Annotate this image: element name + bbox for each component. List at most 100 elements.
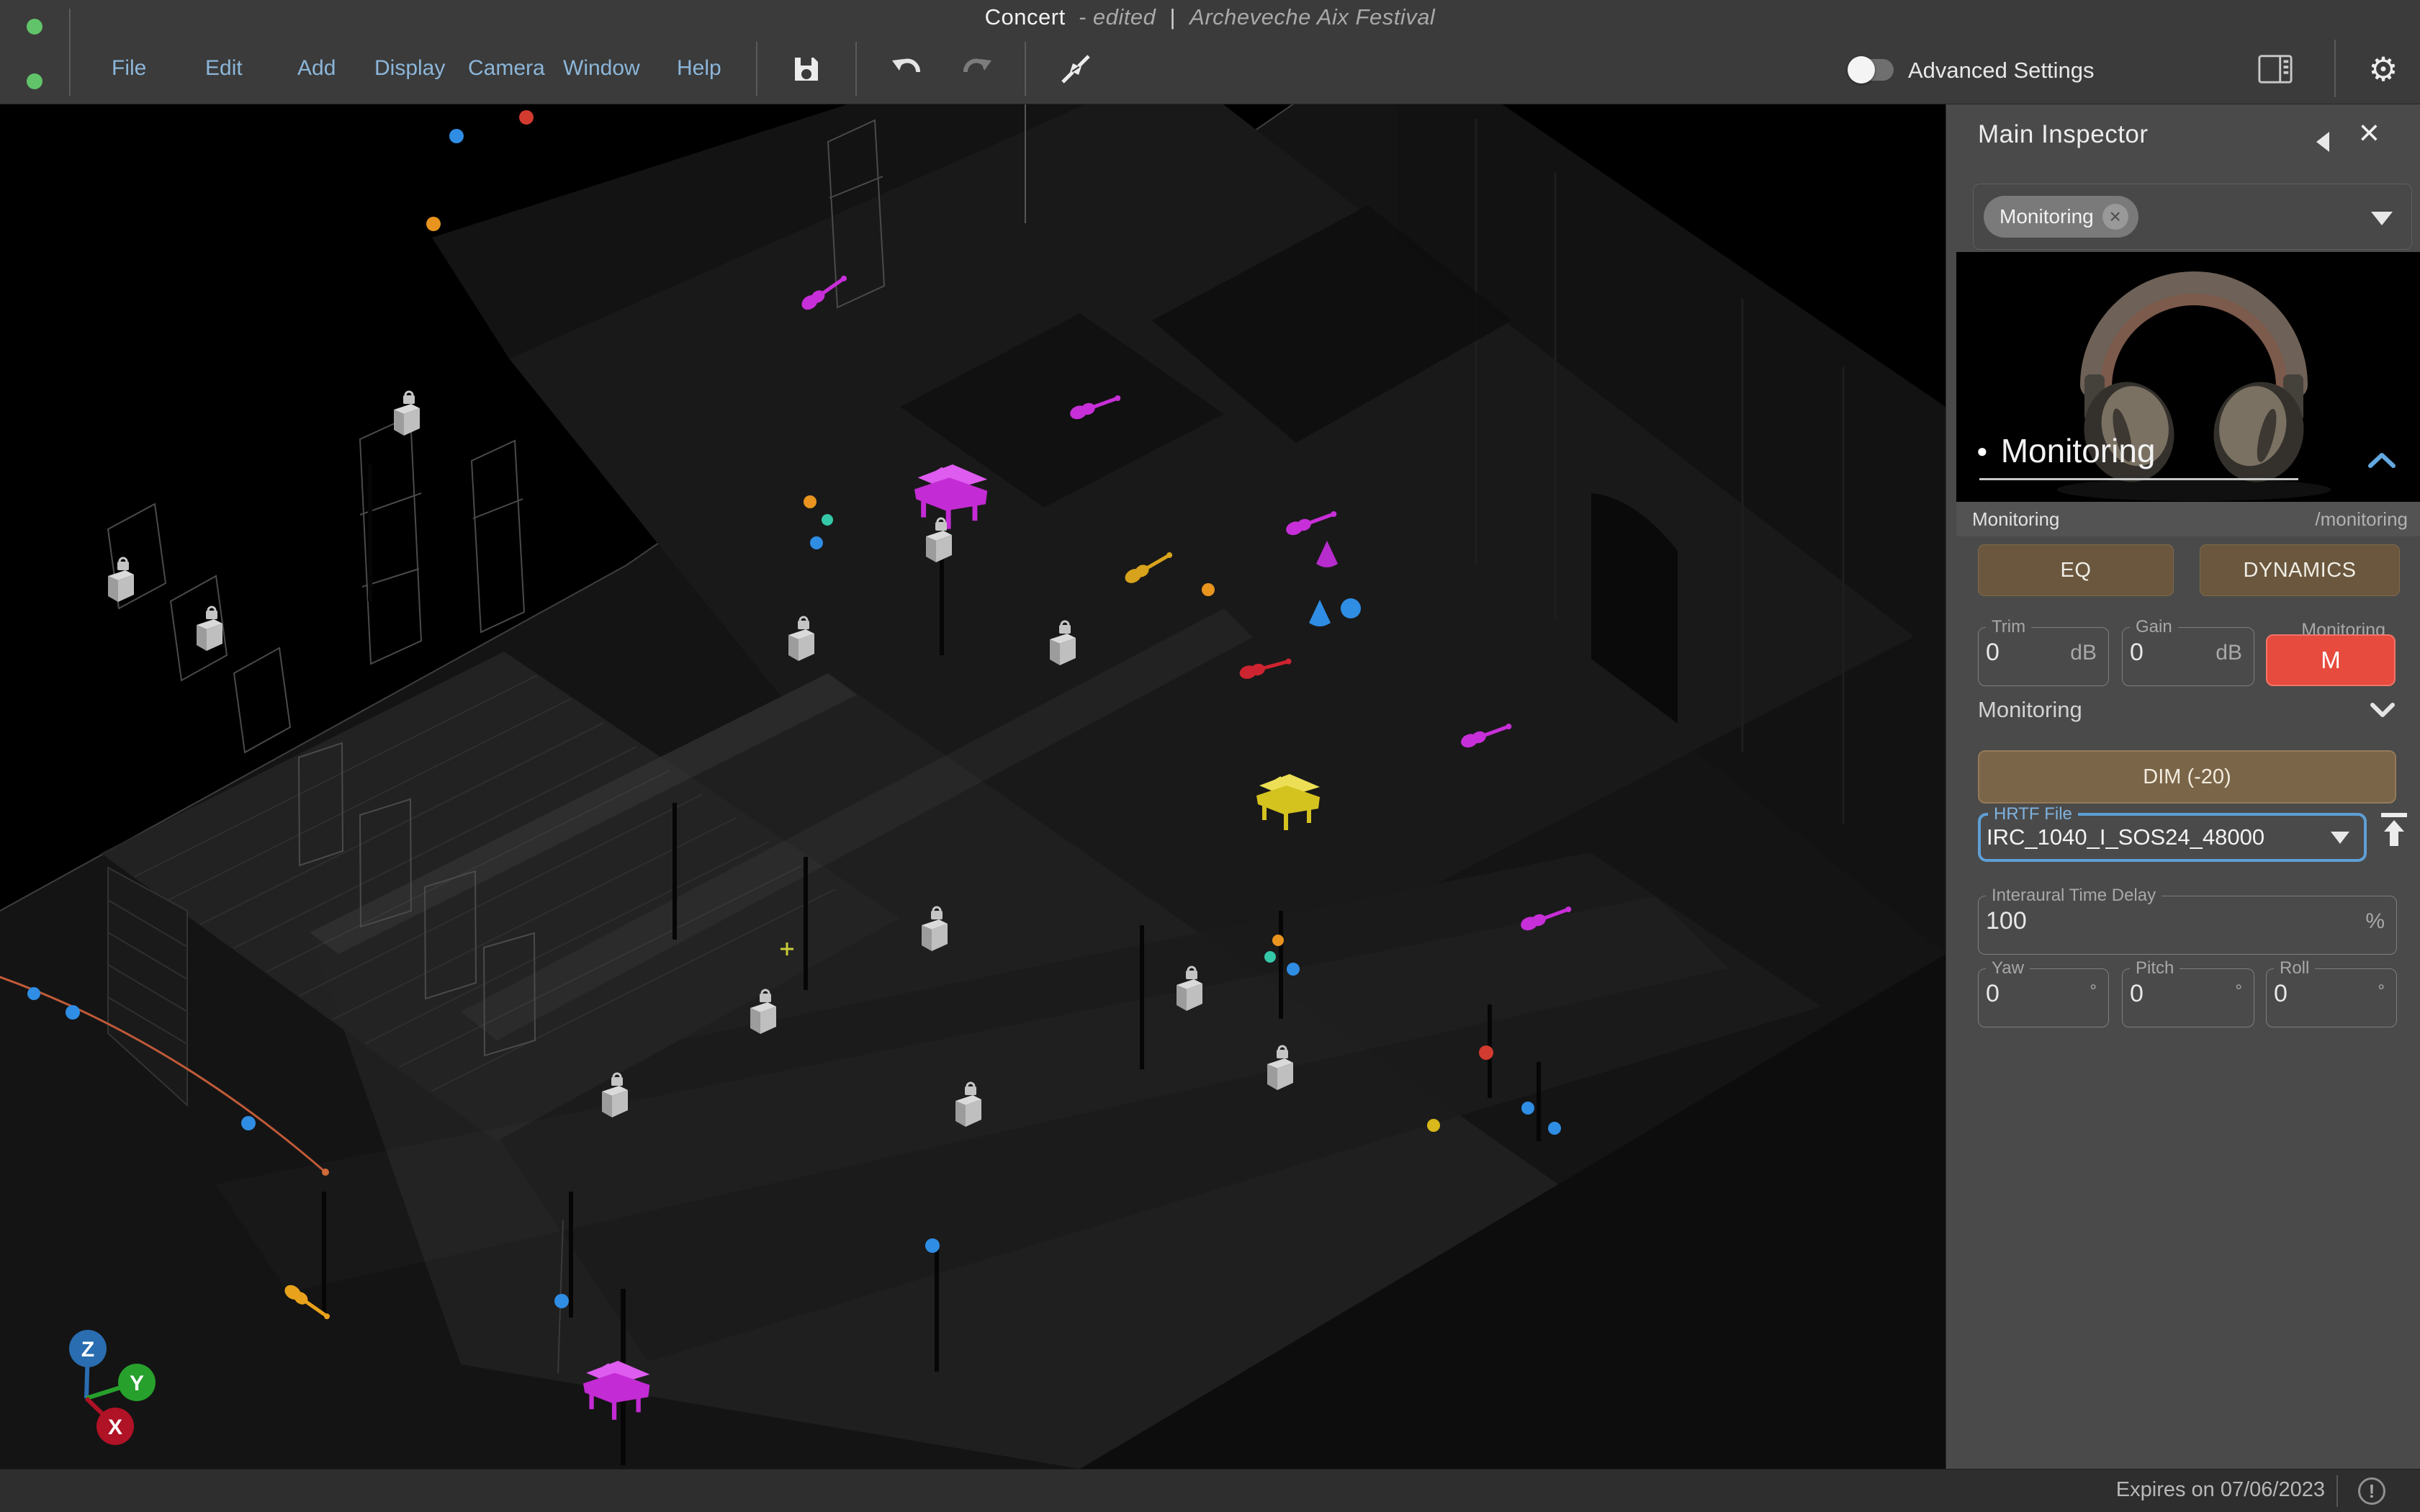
pitch-label: Pitch — [2130, 958, 2180, 978]
toolbar-divider-1 — [756, 42, 757, 96]
save-icon — [791, 53, 822, 85]
caption-underline — [1979, 478, 2298, 480]
itd-value[interactable]: 100 — [1986, 907, 2027, 935]
status-led-2 — [27, 73, 42, 89]
dynamics-button[interactable]: DYNAMICS — [2200, 544, 2400, 596]
settings-button[interactable]: ⚙ — [2366, 52, 2401, 86]
object-preview: ● Monitoring — [1956, 252, 2420, 502]
panel-collapse-arrow-icon[interactable] — [2316, 132, 2329, 152]
collapse-view-button[interactable] — [1058, 52, 1093, 86]
scene-object-sphere[interactable] — [1264, 951, 1276, 963]
gain-value[interactable]: 0 — [2130, 639, 2144, 667]
itd-unit: % — [2365, 909, 2385, 934]
hrtf-file-select[interactable]: HRTF File IRC_1040_I_SOS24_48000 — [1978, 804, 2367, 862]
scene-object-sphere[interactable] — [1287, 963, 1300, 976]
trim-field[interactable]: Trim 0 dB — [1978, 617, 2109, 686]
scene-object-sphere[interactable] — [27, 987, 40, 1000]
trim-unit: dB — [2070, 641, 2097, 665]
venue-model — [0, 104, 1946, 1469]
object-path-bar: Monitoring /monitoring — [1956, 502, 2420, 536]
pitch-field[interactable]: Pitch 0 ° — [2122, 958, 2254, 1027]
undo-button[interactable] — [890, 52, 925, 86]
filter-tag-chip[interactable]: Monitoring × — [1984, 196, 2138, 238]
scene-object-sphere[interactable] — [1427, 1119, 1440, 1132]
roll-field[interactable]: Roll 0 ° — [2266, 958, 2397, 1027]
menu-display[interactable]: Display — [374, 56, 445, 81]
hrtf-file-value: IRC_1040_I_SOS24_48000 — [1987, 824, 2264, 850]
gain-label: Gain — [2130, 617, 2178, 637]
scene-object-sphere[interactable] — [1521, 1102, 1534, 1115]
toolbar-divider-2 — [855, 42, 857, 96]
hrtf-upload-button[interactable] — [2378, 811, 2410, 849]
filter-tag-label: Monitoring — [2000, 205, 2094, 228]
hrtf-file-label: HRTF File — [1988, 804, 2078, 824]
scene-object-sphere[interactable] — [449, 129, 464, 143]
top-chrome: Concert - edited | Archeveche Aix Festiv… — [0, 0, 2420, 104]
axis-y-label: Y — [130, 1372, 144, 1395]
menu-add[interactable]: Add — [297, 56, 336, 81]
pitch-unit: ° — [2235, 981, 2242, 1002]
yaw-unit: ° — [2090, 981, 2097, 1002]
section-chevron-down-icon — [2370, 702, 2396, 718]
scene-object-sphere[interactable] — [925, 1238, 940, 1253]
scene-object-sphere[interactable] — [554, 1294, 569, 1308]
object-name-label: Monitoring — [1972, 508, 2059, 531]
scene-object-sphere[interactable] — [1548, 1122, 1561, 1135]
dim-button[interactable]: DIM (-20) — [1978, 750, 2396, 804]
license-alert-icon[interactable]: ! — [2358, 1477, 2385, 1505]
selected-object-name: ● Monitoring — [1976, 431, 2156, 470]
scene-object-sphere[interactable] — [519, 110, 534, 125]
monitoring-section-header[interactable]: Monitoring — [1978, 693, 2396, 726]
scene-object-sphere[interactable] — [822, 514, 833, 526]
scene-object-sphere[interactable] — [1479, 1045, 1493, 1060]
scene-object-speaker[interactable] — [108, 558, 134, 602]
advanced-settings-label: Advanced Settings — [1908, 58, 2095, 84]
scene-object-sphere[interactable] — [66, 1005, 80, 1020]
scene-canvas[interactable]: Z Y X — [0, 104, 1946, 1469]
menu-window[interactable]: Window — [563, 56, 640, 81]
eq-button[interactable]: EQ — [1978, 544, 2174, 596]
scene-object-sphere[interactable] — [1272, 935, 1284, 946]
monitoring-section-title: Monitoring — [1978, 697, 2082, 723]
object-filter-select[interactable]: Monitoring × — [1973, 184, 2412, 250]
window-title: Concert - edited | Archeveche Aix Festiv… — [0, 4, 2420, 30]
scene-object-speaker[interactable] — [197, 607, 222, 651]
menu-camera[interactable]: Camera — [468, 56, 545, 81]
panel-close-button[interactable]: × — [2359, 114, 2380, 150]
gear-icon: ⚙ — [2368, 53, 2398, 86]
license-expiry-text: Expires on 07/06/2023 — [2116, 1478, 2325, 1502]
panel-layout-button[interactable] — [2258, 52, 2293, 86]
pitch-value[interactable]: 0 — [2130, 980, 2144, 1008]
scene-object-sphere[interactable] — [810, 536, 823, 549]
redo-icon — [960, 55, 993, 84]
chevron-up-icon[interactable] — [2367, 451, 2396, 469]
scene-object-sphere[interactable] — [1202, 583, 1215, 596]
selection-bullet-icon: ● — [1976, 440, 1988, 462]
redo-button[interactable] — [959, 52, 994, 86]
main-inspector-panel: Main Inspector × Monitoring × — [1946, 104, 2420, 1469]
title-edited-flag: - edited — [1079, 4, 1156, 30]
remove-tag-icon[interactable]: × — [2102, 204, 2128, 230]
roll-value[interactable]: 0 — [2274, 980, 2288, 1008]
toolbar-divider-3 — [1025, 42, 1026, 96]
scene-object-sphere[interactable] — [241, 1116, 256, 1130]
menu-help[interactable]: Help — [677, 56, 721, 81]
scene-object-sphere[interactable] — [426, 217, 441, 231]
yaw-field[interactable]: Yaw 0 ° — [1978, 958, 2109, 1027]
menu-edit[interactable]: Edit — [205, 56, 243, 81]
interaural-time-delay-field[interactable]: Interaural Time Delay 100 % — [1978, 886, 2397, 955]
save-button[interactable] — [789, 52, 824, 86]
app-window: Concert - edited | Archeveche Aix Festiv… — [0, 0, 2420, 1512]
menu-file[interactable]: File — [112, 56, 146, 81]
scene-object-sphere[interactable] — [804, 495, 817, 508]
advanced-settings-toggle[interactable] — [1850, 59, 1894, 81]
monitoring-mute-button[interactable]: M — [2266, 634, 2396, 686]
chevron-down-icon — [2371, 212, 2393, 225]
gain-field[interactable]: Gain 0 dB — [2122, 617, 2254, 686]
scene-object-sphere[interactable] — [1341, 598, 1361, 618]
scene-object-speaker[interactable] — [394, 392, 420, 436]
trim-label: Trim — [1986, 617, 2031, 637]
trim-value[interactable]: 0 — [1986, 639, 2000, 667]
viewport-3d[interactable]: Z Y X — [0, 104, 1946, 1469]
yaw-value[interactable]: 0 — [1986, 980, 2000, 1008]
